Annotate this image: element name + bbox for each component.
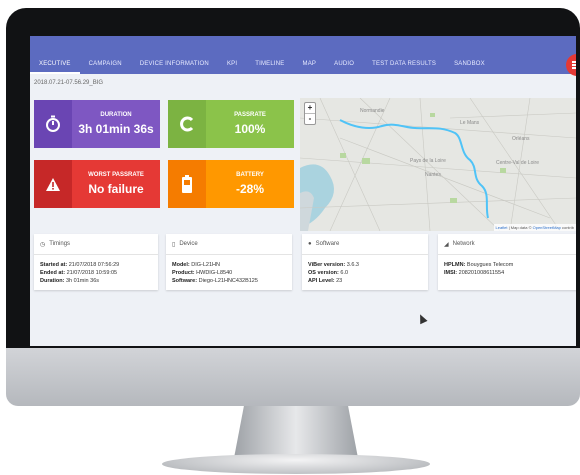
- route-map[interactable]: Normandie Orléans Pays de la Loire Centre-…: [300, 98, 576, 231]
- viber-value: 3.6.3: [346, 262, 359, 268]
- battery-card: BATTERY -28%: [168, 160, 294, 208]
- tab-test-data-results[interactable]: TEST DATA RESULTS: [363, 61, 445, 74]
- warning-icon: [34, 160, 72, 208]
- duration-row-value: 3h 01min 36s: [65, 278, 100, 284]
- svg-text:Nantes: Nantes: [425, 172, 441, 178]
- tab-audio[interactable]: AUDIO: [325, 61, 363, 74]
- passrate-card: PASSRATE 100%: [168, 100, 294, 148]
- hplmn-value: Bouygues Telecom: [466, 262, 514, 268]
- tab-kpi[interactable]: KPI: [218, 61, 246, 74]
- monitor-chin: [6, 348, 580, 406]
- gauge-icon: [168, 100, 206, 148]
- battery-value: -28%: [235, 182, 264, 196]
- leaflet-link[interactable]: Leaflet: [496, 225, 508, 230]
- duration-card: DURATION 3h 01min 36s: [34, 100, 160, 148]
- software-card: ● Software ViBer version: 3.6.3 OS versio…: [302, 234, 428, 290]
- tab-timeline[interactable]: TIMELINE: [246, 61, 293, 74]
- model-value: DIG-L21HN: [191, 262, 220, 268]
- duration-value: 3h 01min 36s: [78, 122, 154, 136]
- top-navigation: XECUTIVE CAMPAIGN DEVICE INFORMATION KPI…: [30, 36, 576, 74]
- software-build-value: Diego-L21HNC432B125: [198, 278, 258, 284]
- tab-sandbox[interactable]: SANDBOX: [445, 61, 494, 74]
- software-icon: ●: [308, 241, 312, 247]
- worst-passrate-card: WORST PASSRATE No failure: [34, 160, 160, 208]
- battery-icon: [168, 160, 206, 208]
- api-value: 23: [336, 278, 343, 284]
- monitor-stand-neck: [234, 406, 358, 458]
- tab-campaign[interactable]: CAMPAIGN: [80, 61, 131, 74]
- timings-title: Timings: [49, 241, 71, 247]
- map-tiles: Normandie Orléans Pays de la Loire Centre-…: [300, 98, 576, 231]
- worst-passrate-value: No failure: [88, 182, 144, 196]
- duration-row-label: Duration:: [40, 278, 65, 284]
- worst-passrate-label: WORST PASSRATE: [88, 172, 144, 178]
- timings-card: ◷ Timings Started at: 21/07/2018 07:56:29…: [34, 234, 158, 290]
- product-value: HWDIG-L8540: [196, 270, 233, 276]
- mouse-cursor-icon: [416, 312, 428, 325]
- network-title: Network: [452, 241, 475, 247]
- map-attribution: Leaflet | Map data © OpenStreetMap contr…: [493, 224, 576, 231]
- map-attribution-text: | Map data ©: [507, 225, 533, 230]
- ended-label: Ended at:: [40, 270, 66, 276]
- network-card: ◢ Network HPLMN: Bouygues Telecom IMSI: 2…: [438, 234, 576, 290]
- hplmn-label: HPLMN:: [444, 262, 466, 268]
- tab-map[interactable]: MAP: [294, 61, 326, 74]
- menu-icon: [572, 61, 576, 63]
- ended-value: 21/07/2018 10:59:05: [66, 270, 118, 276]
- started-value: 21/07/2018 07:56:29: [68, 262, 120, 268]
- monitor-stand-base: [162, 454, 430, 474]
- map-place-labels: Normandie Orléans Pays de la Loire Centre-…: [360, 108, 539, 178]
- os-label: OS version:: [308, 270, 339, 276]
- zoom-control: + -: [304, 102, 316, 125]
- started-label: Started at:: [40, 262, 68, 268]
- osm-link[interactable]: OpenStreetMap: [533, 225, 561, 230]
- passrate-label: PASSRATE: [234, 112, 266, 118]
- imsi-label: IMSI:: [444, 270, 458, 276]
- svg-text:Orléans: Orléans: [512, 136, 530, 142]
- device-title: Device: [179, 241, 198, 247]
- svg-text:Normandie: Normandie: [360, 108, 385, 114]
- imsi-value: 208201008611554: [458, 270, 505, 276]
- desktop-monitor: XECUTIVE CAMPAIGN DEVICE INFORMATION KPI…: [6, 8, 580, 474]
- software-title: Software: [315, 241, 340, 247]
- zoom-in-button[interactable]: +: [305, 103, 315, 113]
- svg-text:Le Mans: Le Mans: [460, 120, 480, 126]
- stopwatch-icon: [34, 100, 72, 148]
- duration-label: DURATION: [100, 112, 132, 118]
- svg-text:Centre-Val de Loire: Centre-Val de Loire: [496, 160, 539, 166]
- breadcrumb: 2018.07.21-07.56.29_BIG: [34, 80, 104, 86]
- software-build-label: Software:: [172, 278, 198, 284]
- dashboard-screen: XECUTIVE CAMPAIGN DEVICE INFORMATION KPI…: [30, 36, 576, 346]
- device-card: ▯ Device Model: DIG-L21HN Product: HWDIG-…: [166, 234, 292, 290]
- viber-label: ViBer version:: [308, 262, 346, 268]
- clock-icon: ◷: [40, 241, 46, 248]
- drive-route: [339, 119, 489, 219]
- signal-icon: ◢: [444, 241, 449, 248]
- map-attribution-end: contrib: [560, 225, 574, 230]
- model-label: Model:: [172, 262, 190, 268]
- zoom-out-button[interactable]: -: [305, 113, 315, 124]
- svg-text:Pays de la Loire: Pays de la Loire: [410, 158, 446, 164]
- api-label: API Level:: [308, 278, 335, 284]
- tab-device-information[interactable]: DEVICE INFORMATION: [131, 61, 218, 74]
- battery-label: BATTERY: [236, 172, 264, 178]
- passrate-value: 100%: [234, 122, 266, 136]
- tab-executive[interactable]: XECUTIVE: [30, 61, 80, 74]
- product-label: Product:: [172, 270, 195, 276]
- os-value: 6.0: [340, 270, 349, 276]
- phone-icon: ▯: [172, 241, 176, 248]
